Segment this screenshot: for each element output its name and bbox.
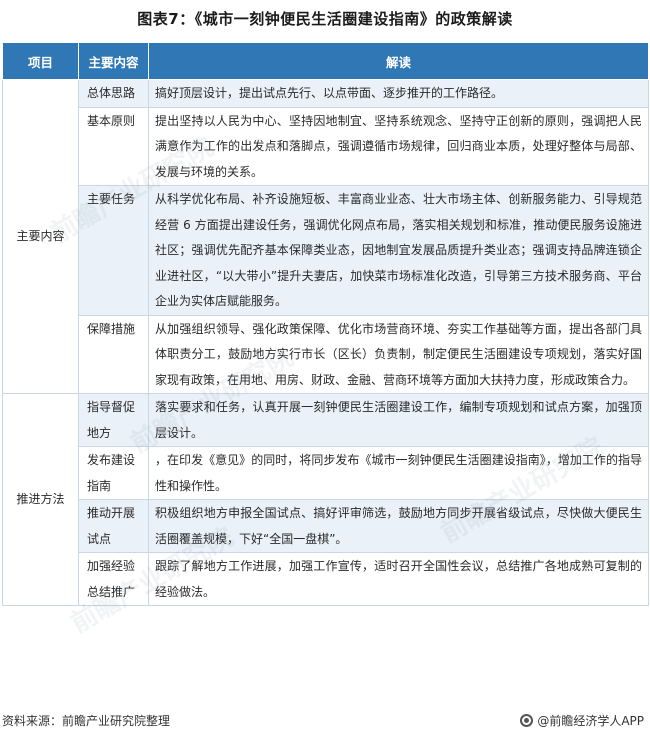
- brand-credit: @前瞻经济学人APP: [520, 712, 644, 729]
- table-row: 推动开展试点 积极组织地方申报全国试点、搞好评审筛选，鼓励地方同步开展省级试点，…: [3, 499, 649, 553]
- header-interpretation: 解读: [148, 42, 649, 80]
- category-main-content: 主要内容: [2, 79, 79, 394]
- row-text: ，在印发《意见》的同时，将同步发布《城市一刻钟便民生活圈建设指南》，增加工作的指…: [148, 446, 649, 500]
- row-item: 加强经验总结推广: [78, 552, 149, 606]
- row-text: 积极组织地方申报全国试点、搞好评审筛选，鼓励地方同步开展省级试点，尽快做大便民生…: [148, 499, 649, 553]
- table-row: 基本原则 提出坚持以人民为中心、坚持因地制宜、坚持系统观念、坚持守正创新的原则，…: [3, 106, 649, 186]
- table-row: 主要内容 总体思路 搞好顶层设计，提出试点先行、以点带面、逐步推开的工作路径。: [2, 79, 649, 394]
- table-row: 保障措施 从加强组织领导、强化政策保障、优化市场营商环境、夯实工作基础等方面，提…: [3, 314, 649, 394]
- figure-title: 图表7：《城市一刻钟便民生活圈建设指南》的政策解读: [137, 10, 513, 28]
- row-text: 跟踪了解地方工作进展，加强工作宣传，适时召开全国性会议，总结推广各地成熟可复制的…: [148, 552, 649, 606]
- row-item: 指导督促地方: [78, 393, 149, 447]
- table-row: 加强经验总结推广 跟踪了解地方工作进展，加强工作宣传，适时召开全国性会议，总结推…: [3, 552, 649, 606]
- row-text: 落实要求和任务，认真开展一刻钟便民生活圈建设工作，编制专项规划和试点方案，加强顶…: [148, 393, 649, 447]
- category-method: 推进方法: [2, 393, 79, 606]
- header-content: 主要内容: [78, 42, 149, 80]
- table-header-row: 项目 主要内容 解读: [2, 42, 649, 80]
- row-item: 主要任务: [78, 185, 149, 316]
- brand-label: @前瞻经济学人APP: [537, 714, 644, 728]
- row-text: 从科学优化布局、补齐设施短板、丰富商业业态、壮大市场主体、创新服务能力、引导规范…: [148, 185, 649, 316]
- row-text: 搞好顶层设计，提出试点先行、以点带面、逐步推开的工作路径。: [148, 79, 649, 108]
- header-project: 项目: [2, 42, 79, 80]
- table-row: 推进方法 指导督促地方 落实要求和任务，认真开展一刻钟便民生活圈建设工作，编制专…: [2, 393, 649, 606]
- row-item: 发布建设指南: [78, 446, 149, 500]
- row-item: 保障措施: [78, 314, 149, 394]
- row-text: 提出坚持以人民为中心、坚持因地制宜、坚持系统观念、坚持守正创新的原则，强调把人民…: [148, 106, 649, 186]
- policy-table: 项目 主要内容 解读 主要内容 总体思路 搞好顶层设计，提出试点先行、以点带面、…: [2, 42, 649, 606]
- row-text: 从加强组织领导、强化政策保障、优化市场营商环境、夯实工作基础等方面，提出各部门具…: [148, 314, 649, 394]
- brand-logo-icon: [520, 714, 534, 727]
- source-note: 资料来源：前瞻产业研究院整理: [2, 714, 171, 728]
- row-item: 推动开展试点: [78, 499, 149, 553]
- row-item: 总体思路: [78, 79, 149, 108]
- row-item: 基本原则: [78, 106, 149, 186]
- table-row: 发布建设指南 ，在印发《意见》的同时，将同步发布《城市一刻钟便民生活圈建设指南》…: [3, 446, 649, 500]
- table-row: 主要任务 从科学优化布局、补齐设施短板、丰富商业业态、壮大市场主体、创新服务能力…: [3, 185, 649, 316]
